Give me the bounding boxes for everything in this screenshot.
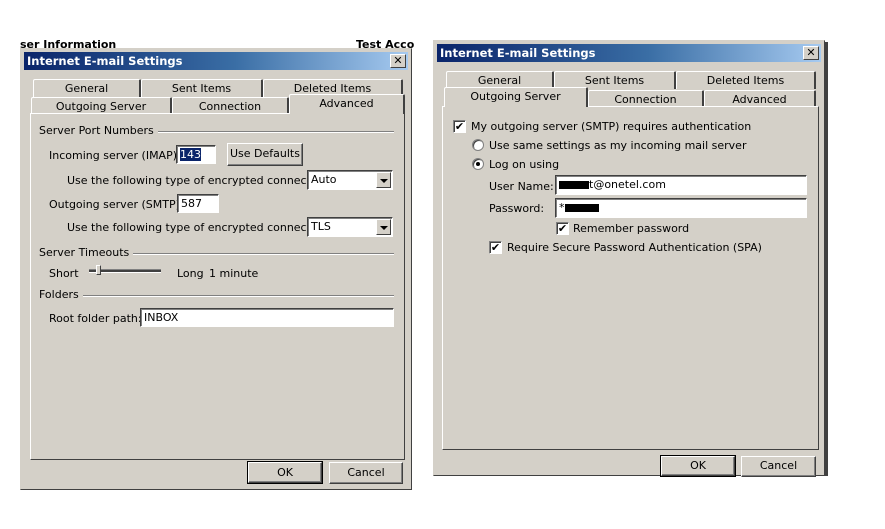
log-on-using-label: Log on using bbox=[489, 158, 560, 171]
timeout-short-label: Short bbox=[49, 267, 79, 280]
incoming-encryption-select[interactable]: Auto bbox=[307, 170, 393, 190]
root-folder-label: Root folder path: bbox=[49, 312, 142, 325]
timeout-value: 1 minute bbox=[209, 267, 259, 280]
cancel-button[interactable]: Cancel bbox=[329, 462, 403, 484]
close-icon[interactable]: ✕ bbox=[803, 46, 819, 60]
log-on-using-radio[interactable] bbox=[472, 158, 484, 170]
remember-password-label: Remember password bbox=[573, 222, 690, 235]
username-value: t@onetel.com bbox=[589, 178, 666, 191]
chevron-down-icon[interactable] bbox=[376, 172, 391, 188]
redacted-block bbox=[564, 204, 599, 212]
spa-label: Require Secure Password Authentication (… bbox=[507, 241, 762, 254]
group-label-timeouts: Server Timeouts bbox=[39, 246, 134, 259]
close-icon[interactable]: ✕ bbox=[390, 54, 406, 68]
checkmark-icon: ✔ bbox=[454, 120, 465, 133]
email-settings-dialog-outgoing: Internet E-mail Settings ✕ General Sent … bbox=[433, 40, 825, 477]
same-settings-radio[interactable] bbox=[472, 139, 484, 151]
outgoing-encryption-value: TLS bbox=[311, 220, 331, 233]
tab-advanced[interactable]: Advanced bbox=[289, 94, 405, 114]
root-folder-input[interactable]: INBOX bbox=[140, 308, 394, 327]
group-divider bbox=[39, 295, 394, 297]
outgoing-port-input[interactable]: 587 bbox=[177, 194, 219, 213]
same-settings-label: Use same settings as my incoming mail se… bbox=[489, 139, 747, 152]
username-input[interactable]: t@onetel.com bbox=[555, 175, 807, 195]
checkmark-icon: ✔ bbox=[490, 241, 501, 254]
ok-button[interactable]: OK bbox=[660, 455, 736, 477]
tab-general[interactable]: General bbox=[33, 79, 141, 97]
dialog-title: Internet E-mail Settings bbox=[440, 46, 596, 60]
incoming-port-value: 143 bbox=[180, 148, 201, 161]
password-input[interactable]: * bbox=[555, 198, 807, 218]
timeout-long-label: Long bbox=[177, 267, 204, 280]
incoming-encryption-value: Auto bbox=[311, 173, 337, 186]
group-label-server-ports: Server Port Numbers bbox=[39, 124, 158, 137]
redacted-block bbox=[559, 181, 589, 189]
title-bar[interactable]: Internet E-mail Settings ✕ bbox=[24, 52, 408, 70]
outgoing-encryption-label: Use the following type of encrypted conn… bbox=[67, 221, 332, 234]
tab-outgoing-server[interactable]: Outgoing Server bbox=[444, 87, 588, 107]
dialog-title: Internet E-mail Settings bbox=[27, 54, 183, 68]
chevron-down-icon[interactable] bbox=[376, 219, 391, 235]
checkmark-icon: ✔ bbox=[557, 222, 568, 235]
incoming-port-input[interactable]: 143 bbox=[176, 145, 216, 164]
incoming-server-label: Incoming server (IMAP): bbox=[49, 149, 181, 162]
ok-button[interactable]: OK bbox=[247, 461, 323, 484]
incoming-encryption-label: Use the following type of encrypted conn… bbox=[67, 174, 332, 187]
tab-panel-outgoing-server: ✔ My outgoing server (SMTP) requires aut… bbox=[442, 106, 819, 450]
password-label: Password: bbox=[489, 202, 545, 215]
username-label: User Name: bbox=[489, 180, 554, 193]
smtp-auth-checkbox[interactable]: ✔ bbox=[453, 120, 466, 133]
tab-deleted-items[interactable]: Deleted Items bbox=[676, 71, 816, 89]
outgoing-encryption-select[interactable]: TLS bbox=[307, 217, 393, 237]
group-label-folders: Folders bbox=[39, 288, 83, 301]
title-bar[interactable]: Internet E-mail Settings ✕ bbox=[437, 44, 821, 62]
background-window-edge bbox=[825, 42, 828, 476]
timeout-slider-thumb[interactable] bbox=[95, 265, 101, 275]
remember-password-checkbox[interactable]: ✔ bbox=[556, 222, 569, 235]
use-defaults-button[interactable]: Use Defaults bbox=[227, 143, 303, 166]
outgoing-server-label: Outgoing server (SMTP): bbox=[49, 198, 184, 211]
email-settings-dialog-advanced: Internet E-mail Settings ✕ General Sent … bbox=[20, 48, 412, 490]
spa-checkbox[interactable]: ✔ bbox=[489, 241, 502, 254]
cancel-button[interactable]: Cancel bbox=[741, 456, 816, 477]
tab-panel-advanced: Server Port Numbers Incoming server (IMA… bbox=[30, 113, 405, 460]
smtp-auth-label: My outgoing server (SMTP) requires authe… bbox=[471, 120, 752, 133]
tab-sent-items[interactable]: Sent Items bbox=[141, 79, 263, 97]
